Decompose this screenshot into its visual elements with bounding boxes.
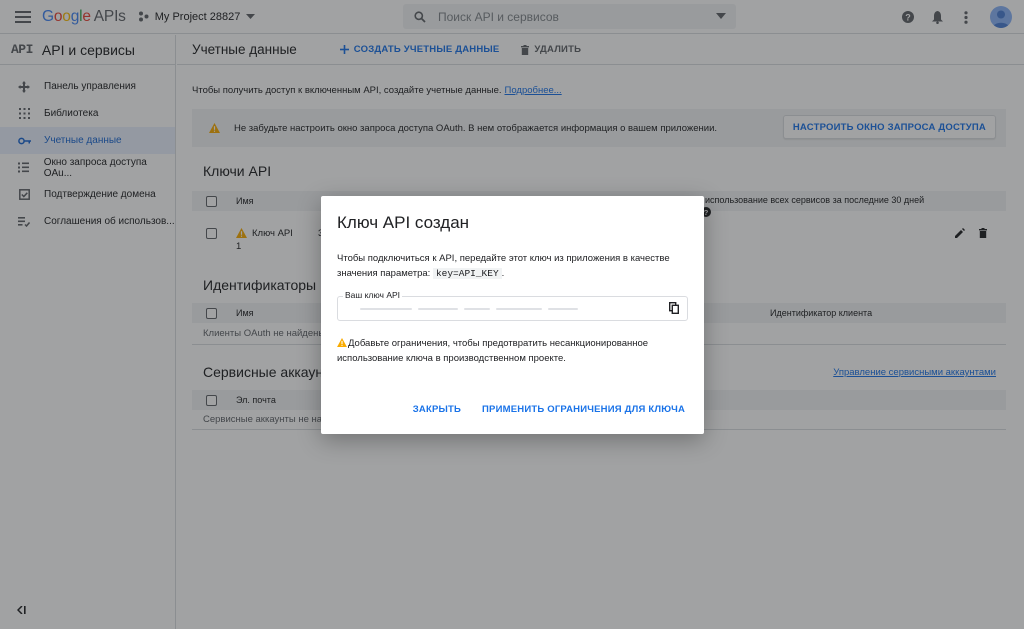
api-key-field[interactable]: Ваш ключ API <box>337 290 688 321</box>
close-button[interactable]: ЗАКРЫТЬ <box>413 404 461 415</box>
dialog-description: Чтобы подключиться к API, передайте этот… <box>337 253 670 279</box>
dialog-actions: ЗАКРЫТЬ ПРИМЕНИТЬ ОГРАНИЧЕНИЯ ДЛЯ КЛЮЧА <box>413 404 685 415</box>
copy-icon[interactable] <box>669 302 679 314</box>
param-code: key=API_KEY <box>432 268 502 279</box>
dialog-title: Ключ API создан <box>337 213 470 232</box>
restriction-warning: Добавьте ограничения, чтобы предотвратит… <box>337 338 649 364</box>
api-key-value[interactable] <box>346 304 656 313</box>
restrict-key-button[interactable]: ПРИМЕНИТЬ ОГРАНИЧЕНИЯ ДЛЯ КЛЮЧА <box>482 404 685 415</box>
api-key-created-dialog: Ключ API создан Чтобы подключиться к API… <box>321 196 704 434</box>
warning-icon <box>337 338 347 347</box>
api-key-label: Ваш ключ API <box>343 290 403 300</box>
